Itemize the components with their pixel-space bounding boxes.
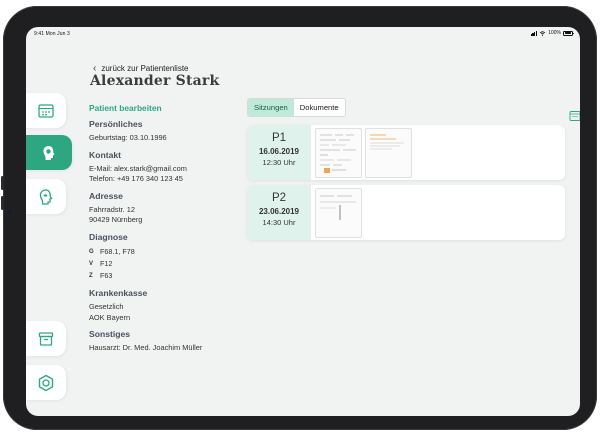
handwritten-note-preview	[320, 134, 356, 173]
session-id: P1	[271, 132, 287, 144]
battery-icon	[563, 30, 574, 36]
tab-sessions[interactable]: Sitzungen	[248, 99, 294, 116]
city-value: 90429 Nürnberg	[89, 215, 143, 224]
battery-percent: 100%	[548, 30, 561, 36]
camera-dot	[9, 211, 12, 214]
diagnosis-code: F12	[100, 258, 113, 268]
insurance-name-value: AOK Bayern	[89, 312, 131, 322]
document-thumbnail[interactable]	[365, 128, 412, 178]
section-title: Persönliches	[89, 119, 143, 129]
session-document-tabs: Sitzungen Dokumente	[247, 98, 346, 117]
session-time: 12:30 Uhr	[262, 158, 296, 167]
patient-head-icon	[43, 145, 55, 160]
calendar-icon	[38, 103, 54, 118]
section-title: Diagnose	[89, 231, 128, 242]
back-to-patient-list-link[interactable]: ‹ zurück zur Patientenliste	[93, 62, 189, 74]
other-section: Sonstiges Hausarzt: Dr. Med. Joachim Mül…	[89, 329, 239, 354]
document-thumbnail[interactable]	[315, 188, 362, 238]
sidebar-item-settings[interactable]	[26, 365, 66, 400]
signal-icon	[530, 31, 538, 36]
status-indicators: 100%	[530, 30, 574, 36]
street-value: Fahrradstr. 12	[89, 204, 136, 214]
edit-patient-link[interactable]: Patient bearbeiten	[89, 103, 239, 113]
session-summary: P1 16.06.2019 12:30 Uhr	[247, 125, 311, 180]
sidebar-item-archive[interactable]	[26, 321, 66, 356]
back-link-label: zurück zur Patientenliste	[101, 64, 189, 73]
hardware-button	[1, 176, 4, 190]
session-card[interactable]: P2 23.06.2019 14:30 Uhr	[247, 185, 565, 240]
diagnosis-row: Z F63	[89, 270, 239, 282]
sidebar-item-patients[interactable]	[26, 135, 72, 170]
session-card[interactable]: P1 16.06.2019 12:30 Uhr	[247, 125, 565, 180]
personal-section: Persönliches Geburtstag: 03.10.1996	[89, 119, 239, 144]
session-date: 23.06.2019	[258, 207, 300, 216]
archive-icon	[38, 331, 54, 346]
handwritten-note-preview	[370, 134, 404, 150]
therapy-head-icon	[39, 188, 53, 205]
diagnosis-section: Diagnose G F68.1, F78 V F12 Z F63	[89, 232, 239, 283]
email-value: E-Mail: alex.stark@gmail.com	[89, 163, 187, 173]
section-title: Kontakt	[89, 149, 121, 160]
insurance-type-value: Gesetzlich	[89, 302, 124, 312]
session-id: P2	[271, 192, 287, 204]
tablet-frame: 9:41 Mon Jun 3 100% ‹ zurück zur Patient…	[1, 6, 597, 430]
sidebar-item-therapy[interactable]	[26, 179, 66, 214]
hardware-button	[1, 196, 4, 210]
status-time: 9:41 Mon Jun 3	[34, 31, 70, 37]
diagnosis-code: F68.1, F78	[100, 246, 135, 256]
status-bar: 9:41 Mon Jun 3 100%	[26, 27, 580, 39]
session-date: 16.06.2019	[258, 147, 300, 156]
diagnosis-letter: Z	[89, 272, 93, 279]
diagnosis-row: V F12	[89, 258, 239, 270]
session-summary: P2 23.06.2019 14:30 Uhr	[247, 185, 311, 240]
diagnosis-letter: G	[89, 248, 94, 255]
section-title: Sonstiges	[89, 329, 131, 340]
insurance-section: Krankenkasse Gesetzlich AOK Bayern	[89, 288, 239, 323]
tab-documents[interactable]: Dokumente	[294, 99, 345, 116]
document-thumbnail[interactable]	[315, 128, 362, 178]
app-screen: 9:41 Mon Jun 3 100% ‹ zurück zur Patient…	[26, 27, 580, 416]
wifi-icon	[539, 30, 546, 36]
birthday-value: Geburtstag: 03.10.1996	[89, 133, 167, 142]
phone-value: Telefon: +49 176 340 123 45	[89, 174, 183, 183]
settings-hexagon-icon	[38, 374, 54, 391]
section-title: Krankenkasse	[89, 288, 148, 299]
sidebar-item-calendar[interactable]	[26, 93, 66, 128]
section-title: Adresse	[89, 190, 123, 201]
family-doctor-value: Hausarzt: Dr. Med. Joachim Müller	[89, 343, 203, 353]
contact-section: Kontakt E-Mail: alex.stark@gmail.com Tel…	[89, 150, 239, 185]
address-section: Adresse Fahrradstr. 12 90429 Nürnberg	[89, 191, 239, 226]
page-title: Alexander Stark	[90, 73, 220, 89]
handwritten-note-preview	[320, 195, 356, 220]
diagnosis-letter: V	[89, 260, 94, 267]
calendar-edge-icon[interactable]	[569, 110, 580, 122]
diagnosis-row: G F68.1, F78	[89, 246, 239, 258]
session-time: 14:30 Uhr	[262, 218, 296, 227]
patient-details: Patient bearbeiten Persönliches Geburtst…	[89, 103, 239, 360]
chevron-left-icon: ‹	[93, 62, 97, 74]
diagnosis-code: F63	[100, 270, 113, 280]
